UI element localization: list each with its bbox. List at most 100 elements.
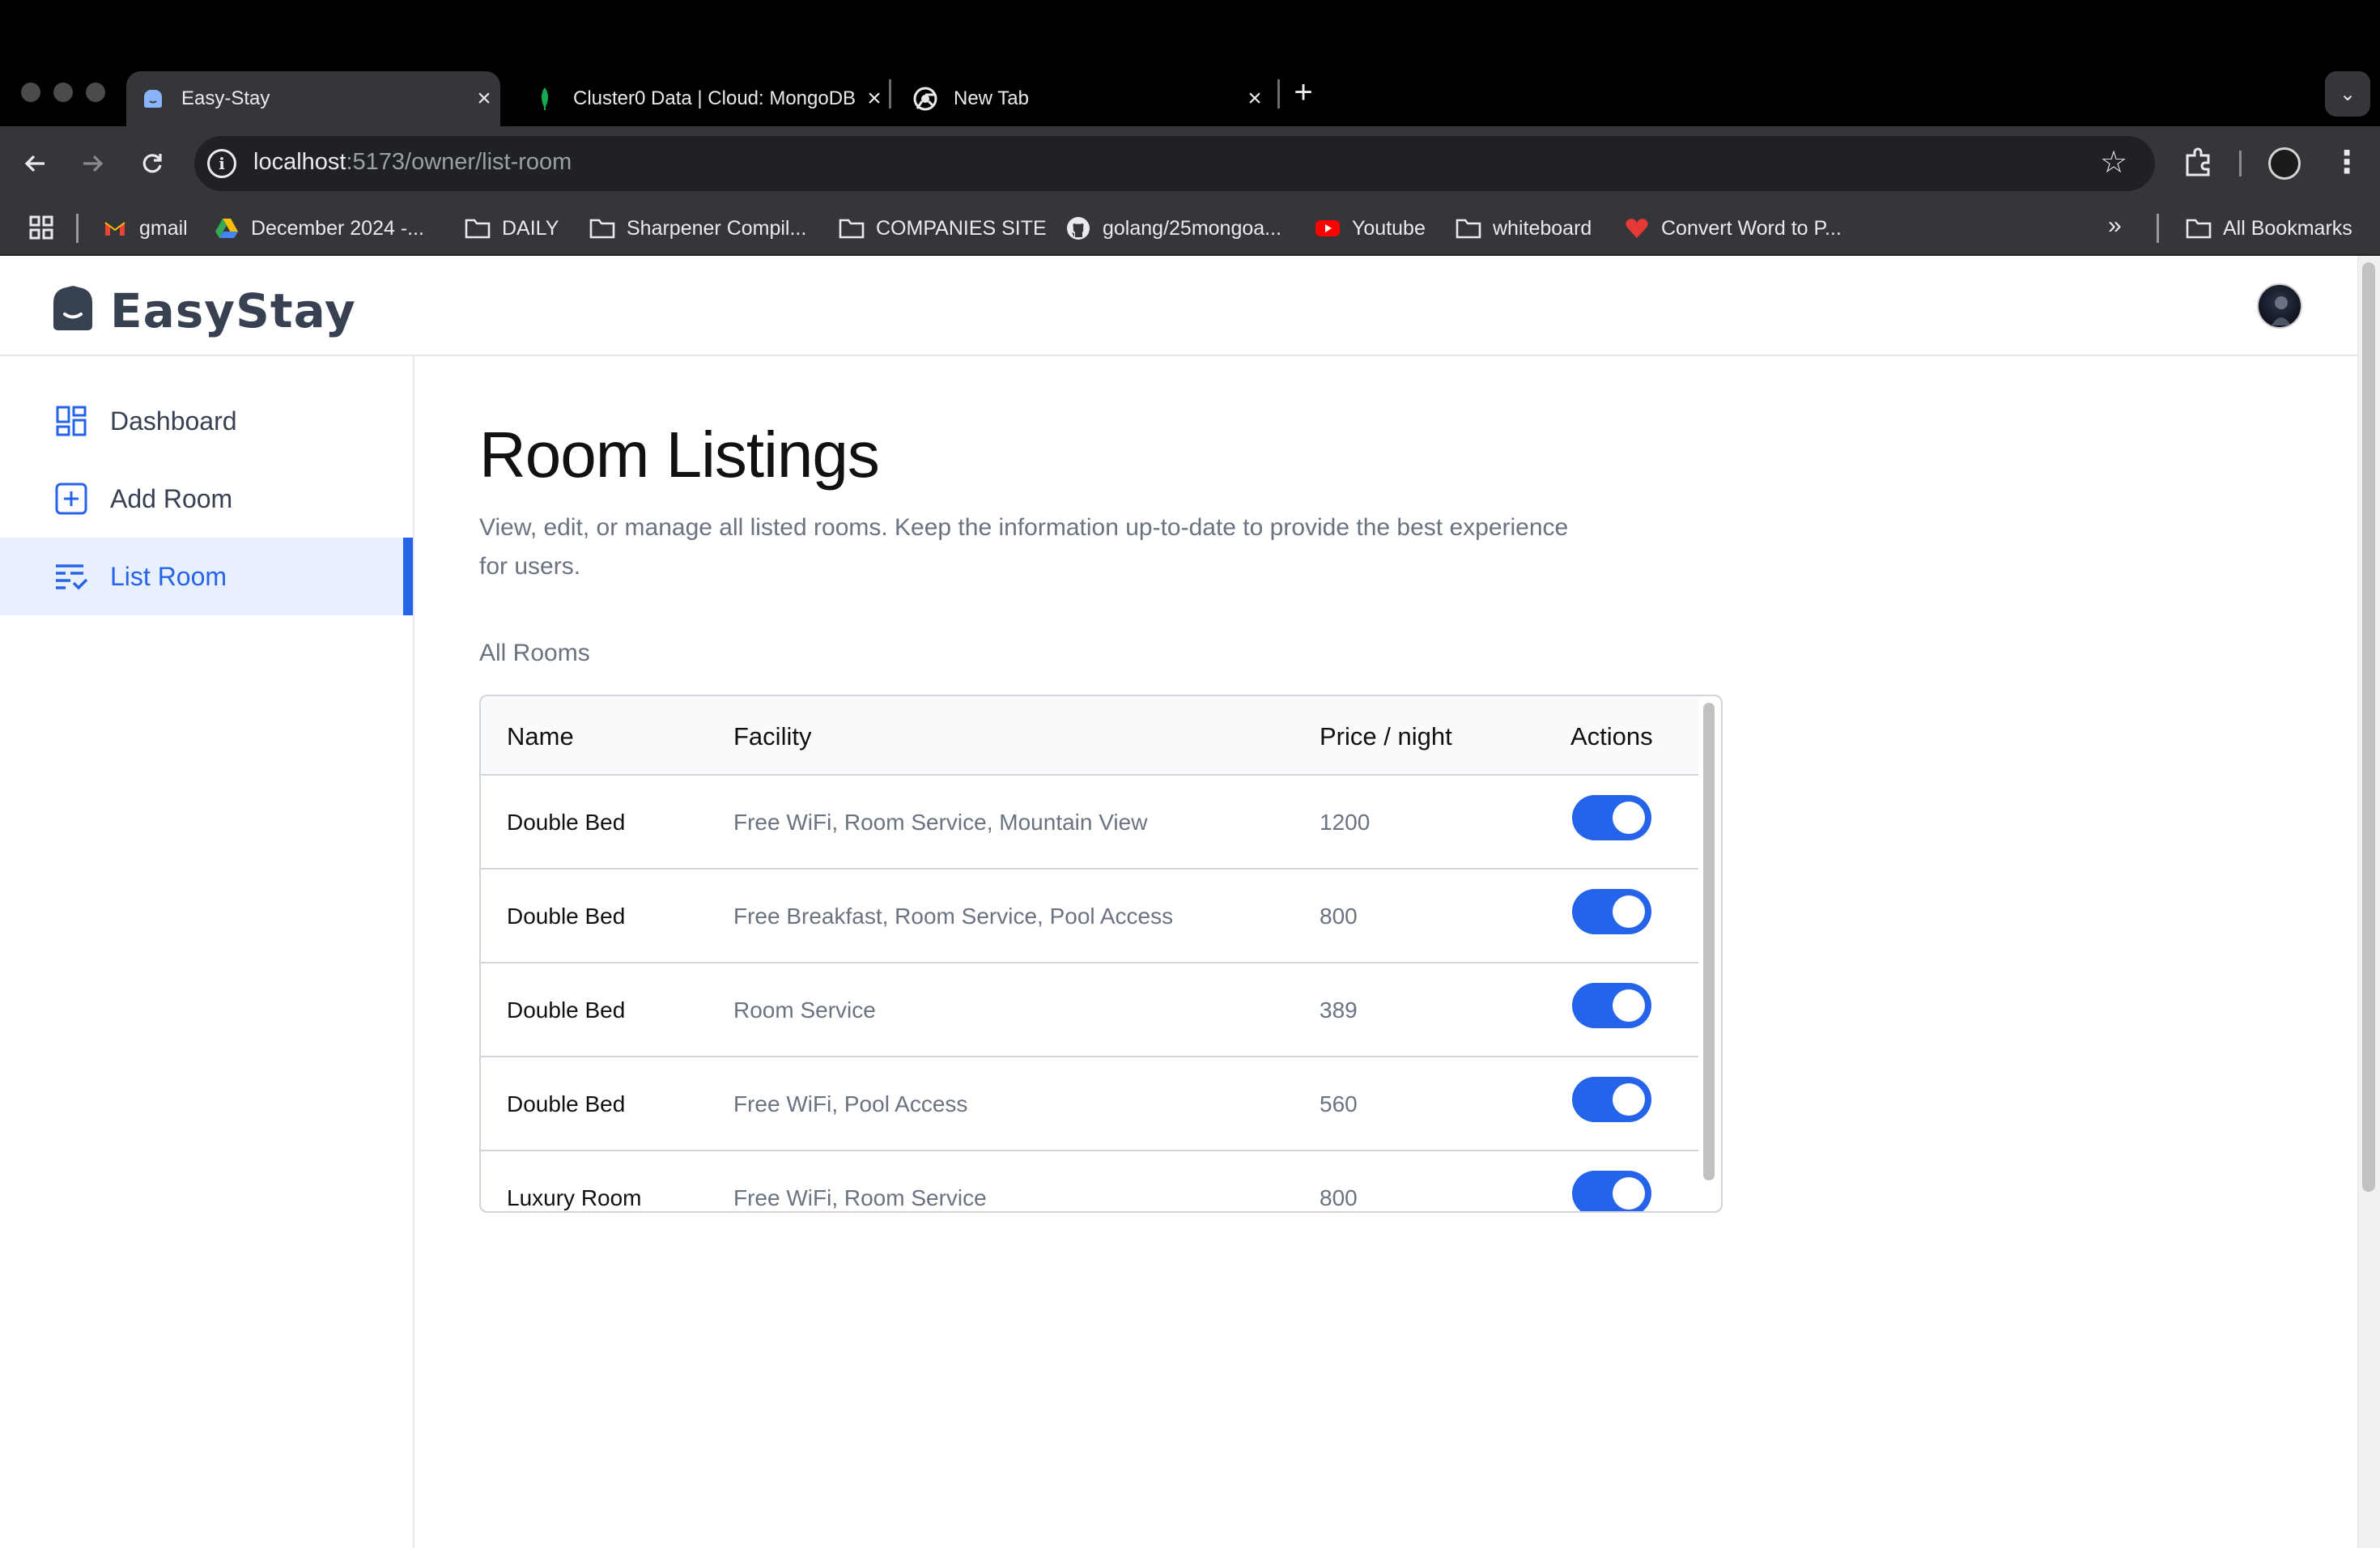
- sidebar-item-label: Dashboard: [110, 406, 237, 436]
- tab-title: Easy-Stay: [181, 87, 270, 109]
- more-bookmarks-chevron-icon[interactable]: »: [2108, 212, 2122, 240]
- room-facility: Free WiFi, Pool Access: [733, 1091, 968, 1116]
- easystay-logo-icon: [50, 285, 96, 338]
- window-close-dot[interactable]: [21, 83, 40, 102]
- room-price: 1200: [1320, 810, 1371, 835]
- window-zoom-dot[interactable]: [86, 83, 105, 102]
- bookmark-sharpener[interactable]: Sharpener Compil...: [589, 212, 806, 245]
- tab-title: New Tab: [954, 87, 1029, 109]
- bookmark-daily[interactable]: DAILY: [465, 212, 559, 245]
- toggle-knob: [1613, 989, 1645, 1022]
- url-host: localhost: [253, 149, 346, 175]
- bookmark-gmail[interactable]: gmail: [102, 212, 188, 245]
- tab-separator: [1277, 79, 1280, 108]
- room-name: Double Bed: [507, 1091, 626, 1116]
- availability-toggle[interactable]: [1572, 1077, 1651, 1122]
- table-row: Luxury Room Free WiFi, Room Service 800: [481, 1151, 1698, 1211]
- toggle-knob: [1613, 802, 1645, 834]
- column-header-actions: Actions: [1570, 722, 1653, 751]
- bookmark-star-icon[interactable]: ☆: [2100, 144, 2127, 181]
- section-label: All Rooms: [479, 640, 590, 666]
- table-row: Double Bed Free Breakfast, Room Service,…: [481, 870, 1698, 963]
- room-price: 800: [1320, 904, 1358, 929]
- bookmark-label: Sharpener Compil...: [627, 216, 807, 240]
- toggle-knob: [1613, 1177, 1645, 1210]
- new-tab-plus-icon[interactable]: +: [1287, 74, 1320, 111]
- bookmark-label: DAILY: [502, 216, 559, 240]
- room-name: Double Bed: [507, 810, 626, 835]
- room-price: 389: [1320, 997, 1358, 1023]
- bookmark-separator: [2157, 214, 2159, 243]
- easystay-favicon: [141, 87, 165, 111]
- bookmark-convert-word[interactable]: Convert Word to P...: [1624, 212, 1842, 245]
- room-facility: Free Breakfast, Room Service, Pool Acces…: [733, 904, 1174, 929]
- sidebar-item-list-room[interactable]: List Room: [0, 538, 413, 615]
- back-arrow-icon[interactable]: [18, 146, 53, 181]
- table-row: Double Bed Free WiFi, Pool Access 560: [481, 1057, 1698, 1151]
- profile-avatar-icon[interactable]: [2268, 147, 2301, 180]
- sidebar-item-label: Add Room: [110, 483, 233, 513]
- bookmark-label: whiteboard: [1493, 216, 1592, 240]
- folder-icon: [465, 215, 491, 241]
- sidebar-item-label: List Room: [110, 561, 227, 591]
- window-minimize-dot[interactable]: [53, 83, 73, 102]
- gmail-icon: [102, 215, 128, 241]
- tab-close-icon[interactable]: ×: [858, 85, 890, 113]
- column-header-name: Name: [507, 722, 574, 751]
- room-name: Double Bed: [507, 904, 626, 929]
- forward-arrow-icon[interactable]: [74, 146, 110, 181]
- tab-close-icon[interactable]: ×: [1239, 85, 1271, 113]
- add-room-icon: [53, 481, 89, 517]
- rooms-table: Name Facility Price / night Actions Doub…: [479, 695, 1723, 1213]
- page-subtitle: View, edit, or manage all listed rooms. …: [479, 514, 1569, 580]
- page-scrollbar-thumb[interactable]: [2362, 262, 2375, 1192]
- tab-easy-stay[interactable]: Easy-Stay ×: [126, 71, 500, 126]
- chrome-icon: [913, 87, 937, 111]
- browser-menu-kebab-icon[interactable]: ⋮: [2331, 144, 2362, 181]
- tab-close-icon[interactable]: ×: [468, 85, 500, 113]
- reload-icon[interactable]: [134, 146, 170, 181]
- availability-toggle[interactable]: [1572, 983, 1651, 1028]
- bookmark-whiteboard[interactable]: whiteboard: [1456, 212, 1592, 245]
- brand-logo[interactable]: EasyStay: [50, 283, 356, 338]
- table-row: Double Bed Free WiFi, Room Service, Moun…: [481, 776, 1698, 870]
- bookmark-december-2024[interactable]: December 2024 -...: [214, 212, 424, 245]
- sidebar-item-dashboard[interactable]: Dashboard: [0, 382, 413, 460]
- table-scrollbar[interactable]: [1703, 703, 1715, 1180]
- extensions-puzzle-icon[interactable]: [2182, 146, 2218, 181]
- bookmark-separator: [76, 214, 79, 243]
- folder-icon: [839, 215, 865, 241]
- bookmark-label: Convert Word to P...: [1661, 216, 1842, 240]
- tab-mongodb[interactable]: Cluster0 Data | Cloud: MongoDB ×: [518, 71, 890, 126]
- availability-toggle[interactable]: [1572, 889, 1651, 934]
- mongodb-leaf-icon: [533, 87, 557, 111]
- user-avatar[interactable]: [2257, 283, 2302, 329]
- availability-toggle[interactable]: [1572, 1171, 1651, 1211]
- room-facility: Free WiFi, Room Service: [733, 1185, 987, 1210]
- bookmark-companies-site[interactable]: COMPANIES SITE: [839, 212, 1047, 245]
- url-path: :5173/owner/list-room: [346, 149, 572, 175]
- room-price: 800: [1320, 1185, 1358, 1210]
- bookmark-label: gmail: [139, 216, 188, 240]
- toolbar-separator: [2239, 151, 2242, 176]
- bookmark-label: Youtube: [1352, 216, 1426, 240]
- google-drive-icon: [214, 215, 240, 241]
- url-text[interactable]: localhost:5173/owner/list-room: [253, 149, 572, 176]
- folder-icon: [589, 215, 615, 241]
- apps-grid-icon[interactable]: [29, 215, 53, 240]
- bookmark-label: December 2024 -...: [251, 216, 424, 240]
- availability-toggle[interactable]: [1572, 795, 1651, 840]
- tab-separator: [889, 79, 891, 108]
- toggle-knob: [1613, 1083, 1645, 1116]
- bookmark-golang[interactable]: golang/25mongoa...: [1065, 212, 1281, 245]
- tab-search-chevron-icon[interactable]: ⌄: [2325, 71, 2370, 117]
- bookmark-label: golang/25mongoa...: [1103, 216, 1282, 240]
- toggle-knob: [1613, 895, 1645, 928]
- all-bookmarks[interactable]: All Bookmarks: [2186, 212, 2352, 245]
- table-row: Double Bed Room Service 389: [481, 963, 1698, 1057]
- site-info-icon[interactable]: i: [207, 149, 236, 178]
- bookmark-youtube[interactable]: Youtube: [1315, 212, 1426, 245]
- sidebar-item-add-room[interactable]: Add Room: [0, 460, 413, 538]
- column-header-price: Price / night: [1320, 722, 1452, 751]
- tab-new-tab[interactable]: New Tab ×: [899, 71, 1271, 126]
